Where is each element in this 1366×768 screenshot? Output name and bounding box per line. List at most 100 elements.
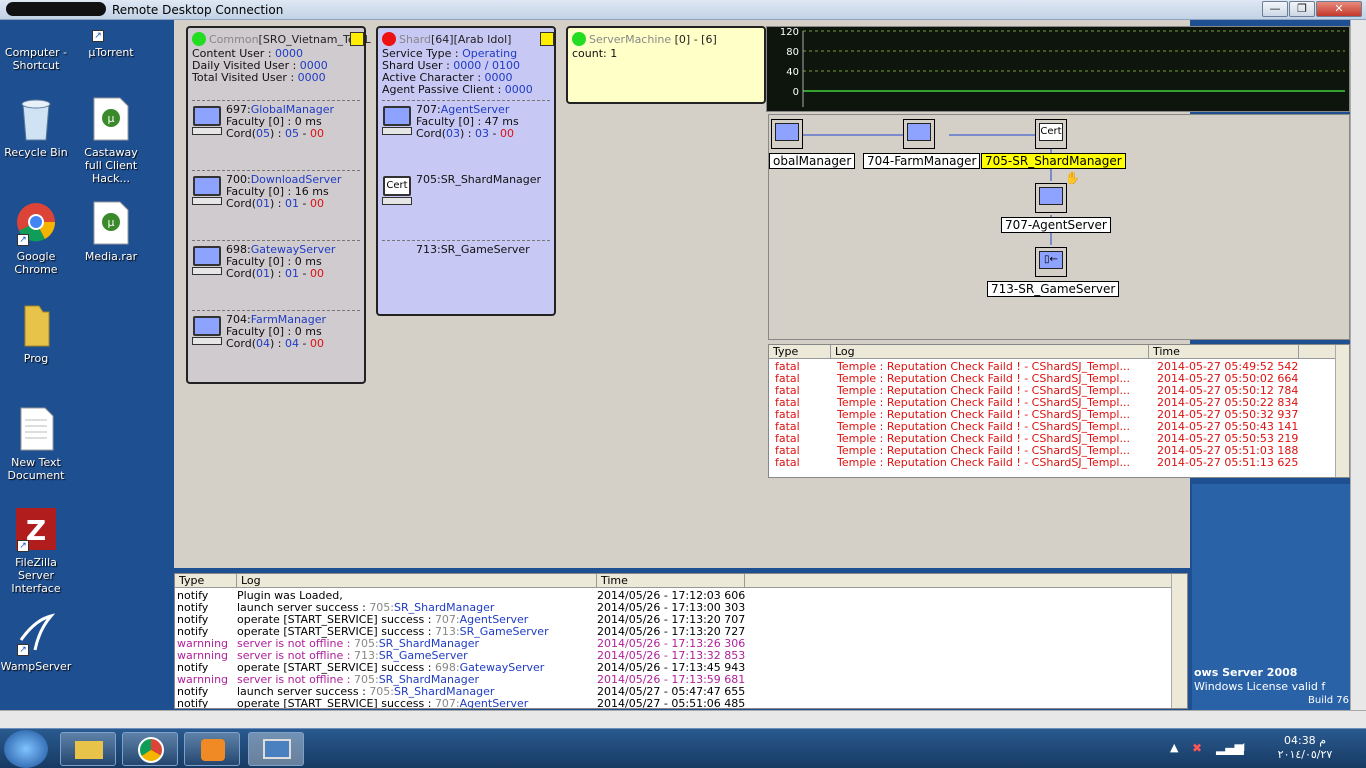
- wallpaper-text: ows Server 2008 Windows License valid f …: [1192, 484, 1350, 710]
- shortcut-arrow-icon: ↗: [17, 644, 29, 656]
- farmmanager-node-icon[interactable]: [903, 119, 935, 149]
- event-log-table[interactable]: Type Log Time notify Plugin was Loaded, 20…: [174, 573, 1188, 709]
- desktop-icon-castaway[interactable]: µ Castaway full Client Hack...: [75, 96, 147, 185]
- cert-monitor-icon[interactable]: Cert: [382, 176, 412, 206]
- server-monitor-icon[interactable]: [192, 246, 222, 276]
- clock[interactable]: 04:38 م ٢٠١٤/٠٥/٢٧: [1270, 734, 1340, 762]
- window-title: Remote Desktop Connection: [112, 3, 284, 17]
- server-monitor-icon[interactable]: [382, 106, 412, 136]
- horizontal-scrollbar[interactable]: [0, 710, 1366, 728]
- taskbar-chrome[interactable]: [122, 732, 178, 766]
- server-monitor-icon[interactable]: [192, 176, 222, 206]
- desktop-icon-media-rar[interactable]: µ Media.rar: [75, 200, 147, 263]
- chart-tick-label: 40: [786, 67, 799, 78]
- table-row[interactable]: fatal Temple : Reputation Check Faild ! -…: [769, 457, 1349, 469]
- restore-button[interactable]: ❐: [1289, 1, 1315, 17]
- shardmanager-node[interactable]: 705-SR_ShardManager: [981, 153, 1126, 169]
- desktop-icon-new-text[interactable]: New Text Document: [0, 406, 72, 482]
- wallpaper-line: Windows License valid f: [1194, 680, 1326, 693]
- taskbar-remote-desktop[interactable]: [248, 732, 304, 766]
- panel-type: Common: [209, 33, 259, 46]
- torrent-file-icon: µ: [90, 96, 132, 142]
- shard-panel[interactable]: Shard[64][Arab Idol] Service Type : Oper…: [376, 26, 556, 316]
- shardmanager-node-icon[interactable]: Cert: [1035, 119, 1067, 149]
- col-type[interactable]: Type: [769, 345, 831, 359]
- filezilla-icon: Z ↗: [15, 506, 57, 552]
- log-scrollbar[interactable]: [1171, 574, 1187, 708]
- shortcut-arrow-icon: ↗: [17, 540, 29, 552]
- globalmanager-node-icon[interactable]: [771, 119, 803, 149]
- taskbar-explorer[interactable]: [60, 732, 116, 766]
- gameserver-line[interactable]: 713:SR_GameServer: [416, 244, 530, 256]
- load-chart: 120 80 40 0: [766, 26, 1350, 112]
- desktop-icon-wampserver[interactable]: ↗ WampServer: [0, 610, 72, 673]
- divider: [382, 100, 550, 101]
- shortcut-arrow-icon: ↗: [17, 234, 29, 246]
- clock-date: ٢٠١٤/٠٥/٢٧: [1277, 748, 1333, 761]
- table-row[interactable]: notify operate [START_SERVICE] success : …: [175, 698, 1187, 709]
- recycle-bin-icon: [15, 96, 57, 142]
- desktop-icon-recycle-bin[interactable]: Recycle Bin: [0, 96, 72, 159]
- col-log[interactable]: Log: [831, 345, 1149, 359]
- rdp-title-bar[interactable]: Remote Desktop Connection — ❐ ✕: [0, 0, 1366, 20]
- topology-view[interactable]: Cert ▯← obalManager 704-FarmManager 705-…: [768, 114, 1350, 340]
- redacted-mark: [6, 2, 106, 16]
- desktop-icon-label: WampServer: [0, 660, 72, 673]
- log-header: Type Log Time: [769, 345, 1349, 359]
- col-log[interactable]: Log: [237, 574, 597, 588]
- wallpaper-line: ows Server 2008: [1194, 666, 1298, 679]
- common-panel[interactable]: Common[SRO_Vietnam_TestL Content User : …: [186, 26, 371, 384]
- col-time[interactable]: Time: [597, 574, 745, 588]
- total-user-line: Total Visited User : 0000: [192, 71, 326, 84]
- machine-count: count: 1: [572, 47, 618, 60]
- log-scrollbar[interactable]: [1335, 345, 1349, 477]
- status-square: [350, 32, 364, 46]
- gameserver-node-icon[interactable]: ▯←: [1035, 247, 1067, 277]
- show-hidden-icons-icon[interactable]: ▲: [1170, 741, 1178, 754]
- status-green-icon: [192, 32, 206, 46]
- chart-tick-label: 80: [786, 47, 799, 58]
- fatal-log-table[interactable]: Type Log Time fatal Temple : Reputation C…: [768, 344, 1350, 478]
- network-icon[interactable]: ✖: [1192, 741, 1202, 755]
- minimize-button[interactable]: —: [1262, 1, 1288, 17]
- gameserver-node[interactable]: 713-SR_GameServer: [987, 281, 1120, 297]
- desktop-icon-label: Castaway full Client Hack...: [84, 146, 138, 185]
- cord-line: Cord(01) : 01 - 00: [226, 197, 324, 210]
- folder-icon: [75, 741, 103, 759]
- desktop-icon-filezilla[interactable]: Z ↗ FileZilla Server Interface: [0, 506, 72, 595]
- cord-line: Cord(04) : 04 - 00: [226, 337, 324, 350]
- clock-time: 04:38 م: [1283, 734, 1326, 747]
- server-monitor-icon[interactable]: [192, 106, 222, 136]
- shardmanager-line[interactable]: 705:SR_ShardManager: [416, 174, 541, 186]
- taskbar-media-player[interactable]: [184, 732, 240, 766]
- desktop-icon-utorrent[interactable]: ↗ µTorrent: [75, 20, 147, 59]
- chrome-icon: [138, 737, 164, 763]
- start-button[interactable]: [4, 730, 48, 768]
- vertical-scrollbar[interactable]: [1350, 20, 1366, 710]
- svg-text:µ: µ: [108, 216, 115, 229]
- common-header: Common[SRO_Vietnam_TestL: [192, 32, 371, 46]
- desktop-icon-prog[interactable]: Prog: [0, 302, 72, 365]
- cord-line: Cord(05) : 05 - 00: [226, 127, 324, 140]
- cell-time: 2014/05/27 - 05:51:06 485: [597, 697, 746, 709]
- shard-header: Shard[64][Arab Idol]: [382, 32, 511, 46]
- shortcut-arrow-icon: ↗: [92, 30, 104, 42]
- divider: [192, 170, 360, 171]
- agentserver-node-icon[interactable]: [1035, 183, 1067, 213]
- servermachine-panel[interactable]: ServerMachine [0] - [6] count: 1: [566, 26, 766, 104]
- globalmanager-node[interactable]: obalManager: [769, 153, 856, 169]
- desktop-icon-computer[interactable]: Computer - Shortcut: [0, 20, 72, 72]
- col-time[interactable]: Time: [1149, 345, 1299, 359]
- hand-cursor-icon: ✋: [1065, 171, 1080, 185]
- farmmanager-node[interactable]: 704-FarmManager: [863, 153, 981, 169]
- chart-svg: 120 80 40 0: [780, 27, 1345, 107]
- col-type[interactable]: Type: [175, 574, 237, 588]
- volume-icon[interactable]: 🔈︎: [1240, 739, 1248, 755]
- desktop-icon-label: Recycle Bin: [4, 146, 68, 159]
- agentserver-node[interactable]: 707-AgentServer: [1001, 217, 1111, 233]
- chart-tick-label: 120: [780, 27, 799, 38]
- agent-passive-line: Agent Passive Client : 0000: [382, 83, 533, 96]
- desktop-icon-chrome[interactable]: ↗ Google Chrome: [0, 200, 72, 276]
- close-button[interactable]: ✕: [1316, 1, 1362, 17]
- server-monitor-icon[interactable]: [192, 316, 222, 346]
